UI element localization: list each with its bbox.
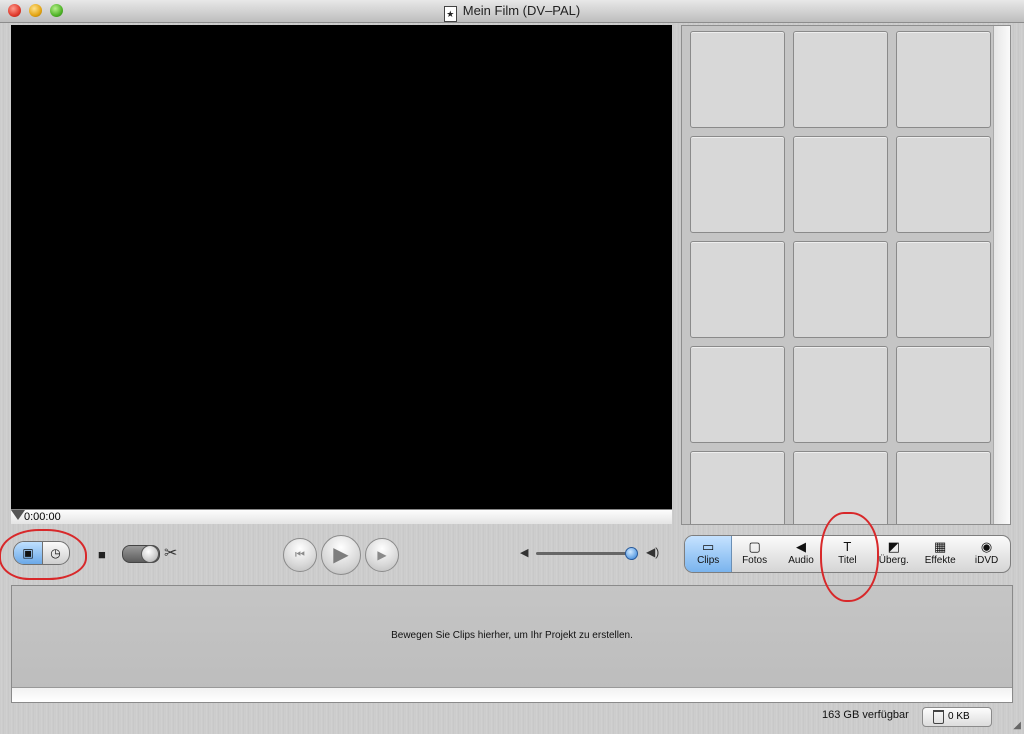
resize-grip-icon[interactable]: ◢ (1013, 720, 1021, 731)
title-bar[interactable]: ★ Mein Film (DV–PAL) (0, 0, 1024, 23)
window-title: Mein Film (DV–PAL) (462, 3, 581, 18)
clip-slot[interactable] (793, 31, 888, 128)
rewind-icon: ⏮ (295, 549, 305, 561)
clip-slot[interactable] (793, 241, 888, 338)
shelf-scrollbar[interactable] (993, 26, 1010, 524)
fotos-icon: ▢ (748, 539, 761, 554)
pane-button-effekte[interactable]: ▦ Effekte (917, 536, 963, 572)
clip-slot[interactable] (896, 346, 991, 443)
volume-slider[interactable] (536, 552, 636, 555)
clip-slot[interactable] (690, 136, 785, 233)
pane-button-audio[interactable]: ◀ Audio (778, 536, 824, 572)
pane-button-clips[interactable]: ▭ Clips (685, 536, 733, 572)
window-title-wrap: ★ Mein Film (DV–PAL) (0, 3, 1024, 22)
pane-label: Effekte (924, 555, 956, 566)
timeline-scrollbar[interactable] (12, 687, 1012, 702)
clip-slot[interactable] (793, 136, 888, 233)
clip-shelf[interactable] (681, 25, 1011, 525)
pane-label: Audio (788, 555, 814, 566)
trash-icon (933, 710, 944, 724)
effekte-icon: ▦ (934, 539, 947, 554)
clip-slot[interactable] (896, 241, 991, 338)
video-viewer[interactable] (11, 25, 672, 509)
volume-high-icon: ◀) (646, 545, 660, 559)
trash-button[interactable]: 0 KB (922, 707, 992, 727)
clip-slot[interactable] (690, 346, 785, 443)
clip-slot[interactable] (690, 451, 785, 524)
pane-label: Fotos (742, 555, 768, 566)
trash-size: 0 KB (948, 711, 970, 722)
scrubber-bar[interactable]: 0:00:00 (11, 509, 672, 524)
status-bar: 163 GB verfügbar 0 KB ◢ (0, 703, 1024, 734)
document-icon: ★ (443, 6, 457, 22)
camera-icon: ■ (98, 547, 106, 562)
clip-slot[interactable] (896, 136, 991, 233)
pane-label: iDVD (974, 555, 999, 566)
toggle-knob[interactable] (141, 545, 159, 563)
annotation-circle-view-switch (0, 529, 87, 580)
audio-icon: ◀ (795, 539, 806, 554)
rewind-button[interactable]: ⏮ (283, 538, 317, 572)
timeline-hint: Bewegen Sie Clips hierher, um Ihr Projek… (391, 630, 633, 641)
volume-low-icon: ◀ (520, 547, 529, 559)
annotation-circle-titel (820, 512, 879, 602)
volume-slider-knob[interactable] (625, 547, 638, 560)
pane-button-fotos[interactable]: ▢ Fotos (731, 536, 777, 572)
fullscreen-play-icon: ▶ (377, 548, 387, 562)
camera-edit-toggle[interactable] (122, 545, 160, 563)
playhead-marker[interactable] (11, 510, 25, 520)
free-space-label: 163 GB verfügbar (822, 709, 909, 721)
clip-timeline[interactable]: Bewegen Sie Clips hierher, um Ihr Projek… (11, 585, 1013, 703)
imovie-window: ★ Mein Film (DV–PAL) 0:00:00 ▣ ◷ ■ ✂ ⏮ ▶ … (0, 0, 1024, 734)
clip-slot[interactable] (793, 346, 888, 443)
play-icon: ▶ (333, 544, 349, 566)
clips-icon: ▭ (702, 539, 715, 554)
play-fullscreen-button[interactable]: ▶ (365, 538, 399, 572)
clip-slot[interactable] (896, 451, 991, 524)
clip-slot[interactable] (896, 31, 991, 128)
timecode: 0:00:00 (24, 511, 61, 523)
pane-label: Clips (697, 555, 720, 566)
scissors-icon: ✂ (164, 545, 178, 562)
idvd-icon: ◉ (980, 539, 993, 554)
play-button[interactable]: ▶ (321, 535, 361, 575)
clip-slot[interactable] (690, 241, 785, 338)
clip-slot[interactable] (690, 31, 785, 128)
pane-button-idvd[interactable]: ◉ iDVD (963, 536, 1009, 572)
